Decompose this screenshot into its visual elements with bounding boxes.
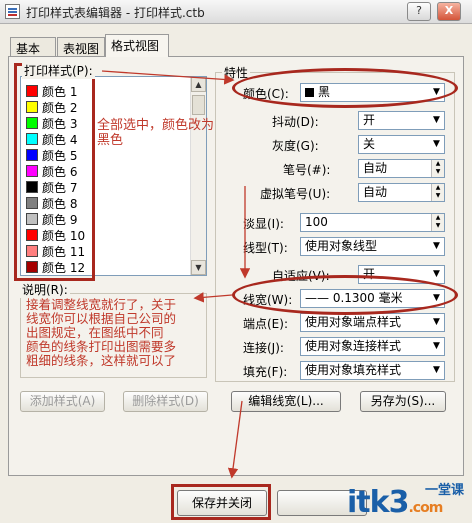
chevron-down-icon[interactable]: ▼	[429, 238, 444, 255]
spinner-arrows-icon[interactable]: ▲ ▼	[431, 184, 444, 201]
tab-form-view[interactable]: 格式视图	[105, 34, 169, 57]
save-highlight-box	[171, 484, 271, 520]
screening-spinner[interactable]: 100 ▲ ▼	[300, 213, 445, 232]
pen-value: 自动	[363, 161, 388, 175]
screening-value: 100	[305, 215, 328, 229]
delete-style-button[interactable]: 删除样式(D)	[123, 391, 208, 412]
title-bar: 打印样式表编辑器 - 打印样式.ctb ? X	[0, 0, 472, 24]
joinstyle-value: 使用对象连接样式	[305, 339, 402, 353]
dither-select[interactable]: 开 ▼	[358, 111, 445, 130]
description-label: 说明(R):	[20, 281, 70, 298]
annotation-note-2: 接着调整线宽就行了，关于 线宽你可以根据自己公司的 出图规定，在图纸中不同 颜色…	[26, 297, 177, 368]
joinstyle-label: 连接(J):	[243, 341, 284, 355]
print-styles-label: 打印样式(P):	[22, 62, 95, 79]
linetype-value: 使用对象线型	[305, 239, 378, 253]
grayscale-select[interactable]: 关 ▼	[358, 135, 445, 154]
joinstyle-select[interactable]: 使用对象连接样式 ▼	[300, 337, 445, 356]
window-title: 打印样式表编辑器 - 打印样式.ctb	[26, 6, 205, 20]
app-icon	[5, 4, 20, 19]
linetype-label: 线型(T):	[243, 241, 288, 255]
spinner-arrows-icon[interactable]: ▲ ▼	[431, 214, 444, 231]
fillstyle-label: 填充(F):	[243, 365, 288, 379]
tab-general[interactable]: 基本	[10, 37, 56, 57]
chevron-down-icon[interactable]: ▼	[429, 112, 444, 129]
grayscale-value: 关	[363, 137, 376, 151]
grayscale-label: 灰度(G):	[272, 139, 319, 153]
tab-table-view[interactable]: 表视图	[57, 37, 105, 57]
chevron-down-icon[interactable]: ▼	[429, 266, 444, 283]
scroll-down-icon[interactable]: ▼	[191, 260, 206, 275]
chevron-down-icon[interactable]: ▼	[429, 362, 444, 379]
lineweight-highlight-ring	[232, 275, 458, 315]
chevron-down-icon[interactable]: ▼	[429, 338, 444, 355]
styles-highlight-box	[14, 63, 95, 281]
pen-label: 笔号(#):	[283, 163, 331, 177]
virtual-pen-spinner[interactable]: 自动 ▲ ▼	[358, 183, 445, 202]
chevron-down-icon[interactable]: ▼	[429, 136, 444, 153]
virtual-pen-value: 自动	[363, 185, 388, 199]
spinner-arrows-icon[interactable]: ▲ ▼	[431, 160, 444, 177]
scroll-up-icon[interactable]: ▲	[191, 77, 206, 92]
screening-label: 淡显(I):	[243, 217, 284, 231]
linetype-select[interactable]: 使用对象线型 ▼	[300, 237, 445, 256]
virtual-pen-label: 虚拟笔号(U):	[260, 187, 331, 201]
save-as-button[interactable]: 另存为(S)...	[360, 391, 446, 412]
fillstyle-value: 使用对象填充样式	[305, 363, 402, 377]
help-button[interactable]: ?	[407, 2, 431, 21]
endstyle-select[interactable]: 使用对象端点样式 ▼	[300, 313, 445, 332]
pen-spinner[interactable]: 自动 ▲ ▼	[358, 159, 445, 178]
dither-value: 开	[363, 113, 376, 127]
close-button[interactable]: X	[437, 2, 461, 21]
endstyle-value: 使用对象端点样式	[305, 315, 402, 329]
style-list-scrollbar[interactable]: ▲ ▼	[190, 77, 206, 275]
color-highlight-ring	[232, 68, 458, 108]
chevron-down-icon[interactable]: ▼	[429, 314, 444, 331]
dither-label: 抖动(D):	[272, 115, 319, 129]
endstyle-label: 端点(E):	[243, 317, 288, 331]
annotation-note-1: 全部选中，颜色改为 黑色	[97, 118, 215, 148]
watermark-cn: 一堂课	[425, 483, 465, 498]
fillstyle-select[interactable]: 使用对象填充样式 ▼	[300, 361, 445, 380]
scroll-thumb[interactable]	[192, 95, 205, 115]
add-style-button[interactable]: 添加样式(A)	[20, 391, 105, 412]
edit-lineweights-button[interactable]: 编辑线宽(L)...	[231, 391, 341, 412]
